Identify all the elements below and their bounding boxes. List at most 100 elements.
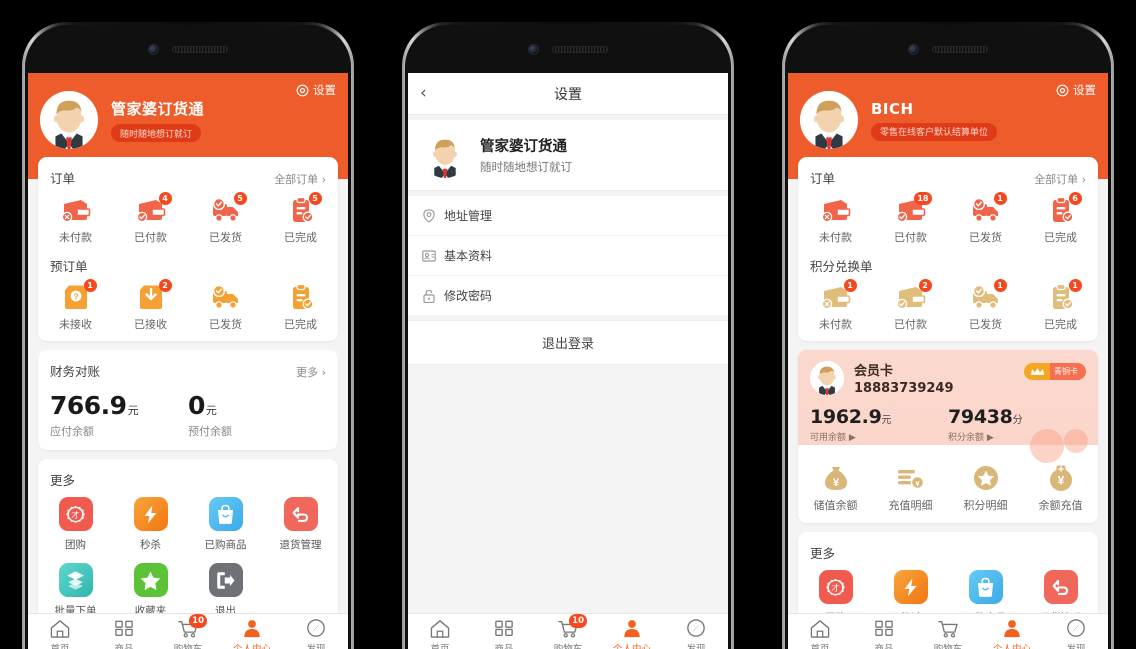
- grid-icon: [493, 619, 515, 638]
- p3-action-stored-balance[interactable]: 储值余额: [798, 464, 873, 513]
- p1-nav-discover[interactable]: 发现: [284, 618, 348, 649]
- p3-more-flashsale-label: 秒杀: [900, 610, 921, 613]
- p1-more-groupbuy[interactable]: 团购: [38, 497, 113, 552]
- p1-nav-home[interactable]: 首页: [28, 619, 92, 649]
- p3-nav-cart[interactable]: 购物车: [916, 619, 980, 649]
- p3-vip-badge: 青铜卡: [1024, 363, 1086, 380]
- p1-account-name: 管家婆订货通: [111, 100, 205, 118]
- p3-more-grid: 团购 秒杀 已购商品: [798, 570, 1098, 613]
- p1-more-purchased[interactable]: 已购商品: [188, 497, 263, 552]
- p3-more-flashsale[interactable]: 秒杀: [873, 570, 948, 613]
- p3-more-returns[interactable]: 退货管理: [1023, 570, 1098, 613]
- p3-order-paid-badge: 18: [914, 192, 932, 205]
- phone-1-bezel: 设置 管家婆订货通 随时随地想订就订 订单 全部订单 › 未付款 4 已付款 5…: [25, 25, 351, 649]
- p1-more-favorites[interactable]: 收藏夹: [113, 563, 188, 613]
- p3-more-purchased[interactable]: 已购商品: [948, 570, 1023, 613]
- p2-nav-profile-label: 个人中心: [612, 643, 651, 649]
- p3-order-unpaid[interactable]: 未付款: [798, 196, 873, 245]
- p3-more-groupbuy[interactable]: 团购: [798, 570, 873, 613]
- batch-order-icon: [58, 563, 93, 597]
- p3-points-shipped[interactable]: 1 已发货: [948, 279, 1023, 332]
- p3-balance-value: 1962.9: [810, 406, 882, 428]
- p3-nav-cart-label: 购物车: [933, 643, 963, 649]
- p1-orders-head: 订单 全部订单 ›: [38, 168, 338, 196]
- p1-more-flashsale-label: 秒杀: [140, 539, 161, 551]
- p3-points-paid[interactable]: 2 已付款: [873, 279, 948, 332]
- p2-row-password-label: 修改密码: [444, 289, 493, 303]
- p1-more-returns[interactable]: 退货管理: [263, 497, 338, 552]
- p3-nav-discover[interactable]: 发现: [1044, 618, 1108, 649]
- p1-finance-more-link[interactable]: 更多 ›: [296, 364, 326, 380]
- p1-preorder-received[interactable]: 2 已接收: [113, 279, 188, 332]
- p2-topbar: ‹ 设置: [408, 73, 728, 115]
- return-icon: [283, 497, 318, 531]
- phone-1-notch: [25, 25, 351, 73]
- p3-action-balance-recharge[interactable]: 余额充值: [1023, 464, 1098, 513]
- p1-more-flashsale[interactable]: 秒杀: [113, 497, 188, 552]
- p3-nav-home[interactable]: 首页: [788, 619, 852, 649]
- p1-more-batchorder[interactable]: 批量下单: [38, 563, 113, 613]
- p3-action-recharge-detail[interactable]: 充值明细: [873, 464, 948, 513]
- p1-nav-profile[interactable]: 个人中心: [220, 619, 284, 649]
- p1-all-orders-link[interactable]: 全部订单 ›: [274, 171, 326, 187]
- p3-settings-button[interactable]: 设置: [1056, 82, 1096, 98]
- p1-nav-goods-label: 商品: [114, 643, 134, 649]
- p1-nav-home-label: 首页: [50, 643, 70, 649]
- favorites-icon: [133, 563, 168, 597]
- p1-nav-profile-label: 个人中心: [232, 643, 271, 649]
- p1-more-logout[interactable]: 退出: [188, 563, 263, 613]
- p3-action-points-detail[interactable]: 积分明细: [948, 464, 1023, 513]
- p1-profile-row[interactable]: 管家婆订货通 随时随地想订就订: [40, 91, 336, 149]
- p1-order-unpaid[interactable]: 未付款: [38, 196, 113, 245]
- home-icon: [809, 619, 831, 638]
- p1-preorder-unreceived[interactable]: 1 未接收: [38, 279, 113, 332]
- purchased-icon: [968, 570, 1003, 604]
- p1-order-done[interactable]: 5 已完成: [263, 192, 338, 245]
- p2-logout-button[interactable]: 退出登录: [408, 320, 728, 365]
- p2-profile-row[interactable]: 管家婆订货通 随时随地想订就订: [408, 120, 728, 191]
- p3-all-orders-link[interactable]: 全部订单 ›: [1034, 171, 1086, 187]
- p1-preorder-shipped[interactable]: 已发货: [188, 283, 263, 332]
- avatar: [422, 132, 468, 178]
- p2-nav-home[interactable]: 首页: [408, 619, 472, 649]
- p3-order-shipped[interactable]: 1 已发货: [948, 192, 1023, 245]
- p3-points-unpaid[interactable]: 1 未付款: [798, 279, 873, 332]
- p3-points-done[interactable]: 1 已完成: [1023, 279, 1098, 332]
- p2-nav-cart[interactable]: 10 购物车: [536, 613, 600, 649]
- p2-row-profile[interactable]: 基本资料: [408, 236, 728, 276]
- p3-action-points-detail-label: 积分明细: [963, 499, 1008, 512]
- p1-preorder-done[interactable]: 已完成: [263, 283, 338, 332]
- p2-nav-goods-label: 商品: [494, 643, 514, 649]
- p1-settings-button[interactable]: 设置: [296, 82, 336, 98]
- p2-nav-profile[interactable]: 个人中心: [600, 619, 664, 649]
- p3-nav-home-label: 首页: [810, 643, 830, 649]
- p3-points-shipped-badge: 1: [993, 279, 1007, 292]
- p2-row-address[interactable]: 地址管理: [408, 196, 728, 236]
- p2-nav-goods[interactable]: 商品: [472, 619, 536, 649]
- p3-more-purchased-label: 已购商品: [965, 610, 1007, 613]
- p1-order-paid[interactable]: 4 已付款: [113, 192, 188, 245]
- p3-orders-title: 订单: [810, 171, 836, 186]
- p2-nav-discover[interactable]: 发现: [664, 618, 728, 649]
- p3-balance-unit: 元: [881, 415, 892, 426]
- p2-nav-home-label: 首页: [430, 643, 450, 649]
- p3-member-balance[interactable]: 1962.9元 可用余额 ▶: [810, 406, 948, 443]
- flash-sale-icon: [133, 497, 168, 531]
- speaker-grille-icon: [171, 45, 228, 53]
- p3-nav-profile[interactable]: 个人中心: [980, 619, 1044, 649]
- logout-icon: [208, 563, 243, 597]
- p3-profile-row[interactable]: BICH 零售在线客户默认结算单位: [800, 91, 1096, 149]
- p1-nav-cart[interactable]: 10 购物车: [156, 613, 220, 649]
- p3-order-done[interactable]: 6 已完成: [1023, 192, 1098, 245]
- p1-nav-goods[interactable]: 商品: [92, 619, 156, 649]
- p1-more-purchased-label: 已购商品: [204, 539, 247, 551]
- chevron-left-icon[interactable]: ‹: [420, 85, 427, 102]
- p1-order-shipped[interactable]: 5 已发货: [188, 192, 263, 245]
- p1-more-title: 更多: [50, 473, 76, 488]
- speaker-grille-icon: [551, 45, 608, 53]
- group-buy-icon: [58, 497, 93, 531]
- p2-row-password[interactable]: 修改密码: [408, 276, 728, 315]
- p3-order-paid[interactable]: 18 已付款: [873, 192, 948, 245]
- p3-nav-goods[interactable]: 商品: [852, 619, 916, 649]
- p3-points-value: 79438: [948, 406, 1013, 428]
